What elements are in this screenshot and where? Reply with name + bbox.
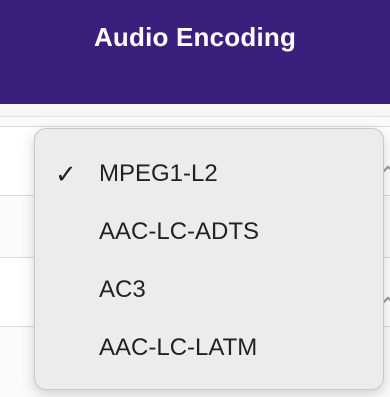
checkmark-icon: ✓ xyxy=(55,158,77,189)
menu-option-aac-lc-adts[interactable]: AAC-LC-ADTS xyxy=(35,204,383,260)
audio-encoding-dropdown-menu: ✓ MPEG1-L2 AAC-LC-ADTS AC3 AAC-LC-LATM xyxy=(34,128,384,390)
menu-option-ac3[interactable]: AC3 xyxy=(35,262,383,318)
menu-option-label: AAC-LC-LATM xyxy=(99,334,258,361)
menu-option-label: AAC-LC-ADTS xyxy=(99,218,260,245)
menu-option-label: AC3 xyxy=(99,276,146,303)
menu-option-aac-lc-latm[interactable]: AAC-LC-LATM xyxy=(35,320,383,376)
header-sub-band xyxy=(0,104,390,117)
menu-option-label: MPEG1-L2 xyxy=(99,160,218,187)
column-header: Audio Encoding xyxy=(0,0,390,104)
header-title: Audio Encoding xyxy=(93,22,297,52)
menu-option-mpeg1-l2[interactable]: ✓ MPEG1-L2 xyxy=(35,146,383,202)
